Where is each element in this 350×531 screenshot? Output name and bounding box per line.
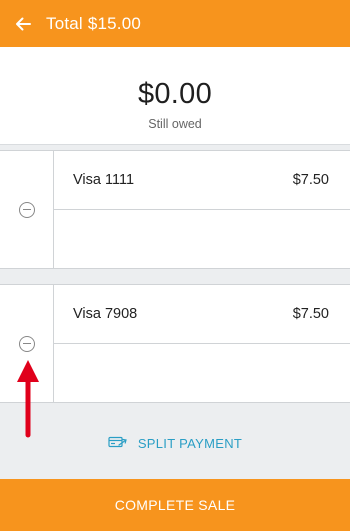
payment-amount: $7.50 bbox=[292, 306, 329, 322]
payment-method: Visa 7908 bbox=[73, 306, 138, 322]
payment-details-area bbox=[54, 210, 350, 268]
complete-sale-button[interactable]: COMPLETE SALE bbox=[0, 479, 350, 531]
still-owed-amount: $0.00 bbox=[137, 78, 213, 110]
complete-sale-label: COMPLETE SALE bbox=[114, 497, 236, 513]
back-button[interactable] bbox=[0, 0, 46, 47]
payment-row[interactable]: Visa 7908 $7.50 bbox=[54, 285, 350, 344]
split-payment-label: SPLIT PAYMENT bbox=[137, 435, 243, 451]
payment-amount: $7.50 bbox=[292, 172, 329, 188]
minus-circle-icon[interactable] bbox=[18, 335, 35, 352]
arrow-left-icon bbox=[16, 17, 31, 30]
payment-card: Visa 1111 $7.50 bbox=[0, 150, 350, 269]
minus-circle-icon[interactable] bbox=[18, 201, 35, 218]
payment-row[interactable]: Visa 1111 $7.50 bbox=[54, 151, 350, 210]
split-payment-icon bbox=[108, 436, 128, 450]
split-payment-button[interactable]: SPLIT PAYMENT bbox=[0, 428, 350, 458]
top-bar: Total $15.00 bbox=[0, 0, 350, 47]
total-title: Total $15.00 bbox=[46, 13, 142, 33]
red-arrow-icon bbox=[17, 360, 39, 438]
payment-card: Visa 7908 $7.50 bbox=[0, 284, 350, 403]
still-owed-label: Still owed bbox=[148, 117, 202, 131]
remove-column bbox=[0, 151, 54, 268]
payment-details-area bbox=[54, 344, 350, 402]
balance-summary: $0.00 Still owed bbox=[0, 47, 350, 145]
payment-method: Visa 1111 bbox=[73, 172, 135, 188]
